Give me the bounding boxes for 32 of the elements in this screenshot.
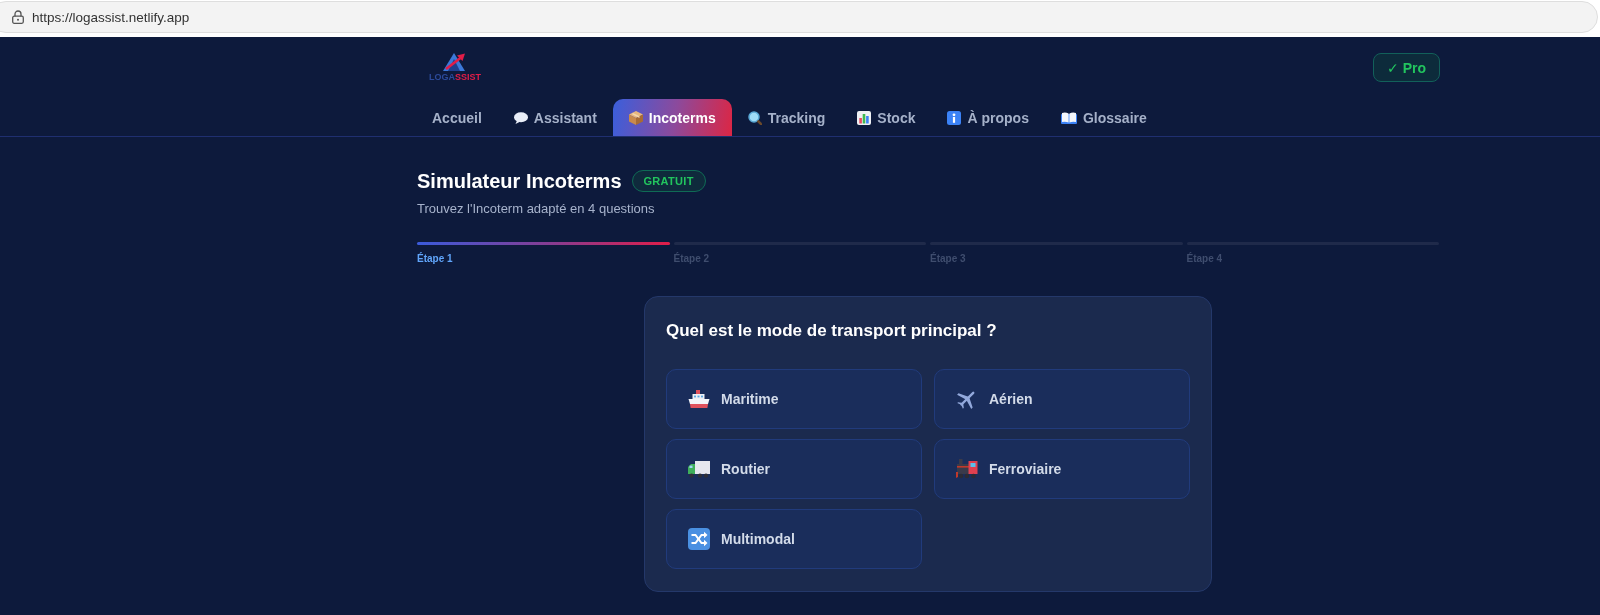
package-icon xyxy=(628,110,643,125)
speech-bubble-icon xyxy=(513,111,528,124)
transport-option[interactable]: Routier xyxy=(666,439,922,499)
transport-option[interactable]: Multimodal xyxy=(666,509,922,569)
question-title: Quel est le mode de transport principal ? xyxy=(666,320,997,342)
bar-chart-icon xyxy=(857,110,872,125)
info-icon xyxy=(947,110,962,125)
nav-tab[interactable]: Accueil xyxy=(416,99,498,136)
lock-icon xyxy=(12,10,24,24)
nav-tab[interactable]: À propos xyxy=(931,99,1045,136)
nav-tab[interactable]: Incoterms xyxy=(612,99,732,136)
nav-tab[interactable]: Tracking xyxy=(731,99,842,136)
page-subtitle: Trouvez l'Incoterm adapté en 4 questions xyxy=(417,200,655,218)
free-badge: GRATUIT xyxy=(631,170,706,192)
step-label: Étape 1 xyxy=(417,253,453,265)
logo-wordmark: LOGASSIST xyxy=(429,72,481,82)
logo-icon xyxy=(443,53,467,71)
nav-tab[interactable]: Assistant xyxy=(497,99,613,136)
address-bar[interactable]: https://logassist.netlify.app xyxy=(0,1,1598,33)
truck-icon xyxy=(688,460,710,478)
pro-plan-badge: ✓ Pro xyxy=(1373,53,1440,82)
shuffle-icon xyxy=(688,528,710,550)
nav-tab[interactable]: Glossaire xyxy=(1044,99,1163,136)
transport-option[interactable]: Ferroviaire xyxy=(934,439,1190,499)
search-icon xyxy=(747,110,762,125)
ship-icon xyxy=(688,390,710,408)
transport-option[interactable]: Maritime xyxy=(666,369,922,429)
page-title: Simulateur Incoterms xyxy=(417,169,622,193)
locomotive-icon xyxy=(956,459,978,479)
nav-tab[interactable]: Stock xyxy=(841,99,932,136)
book-icon xyxy=(1060,111,1077,124)
transport-option[interactable]: Aérien xyxy=(934,369,1190,429)
